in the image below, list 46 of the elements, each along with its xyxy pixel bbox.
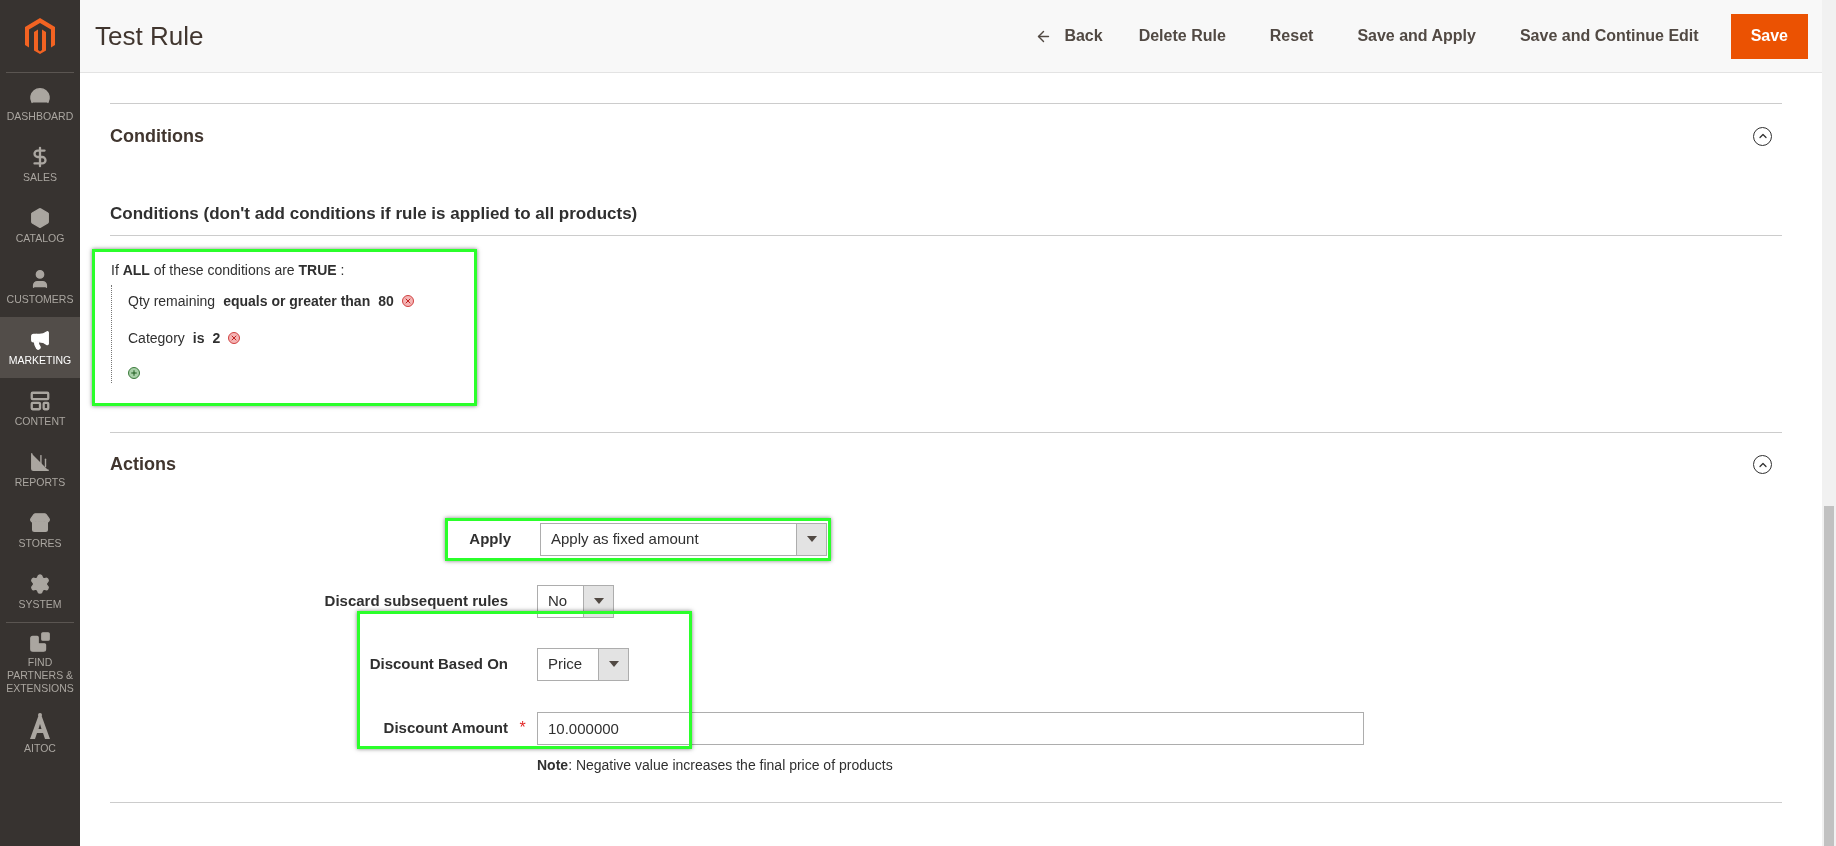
hexagon-logo-icon[interactable]: [25, 18, 55, 54]
blocks-icon: [29, 631, 51, 653]
condition-intro: If ALL of these conditions are TRUE :: [111, 260, 346, 280]
section-title: Actions: [110, 453, 176, 476]
condition-value[interactable]: 2: [212, 327, 221, 349]
sidebar-item[interactable]: SALES: [0, 134, 80, 195]
sidebar-item[interactable]: CUSTOMERS: [0, 256, 80, 317]
add-condition-icon[interactable]: [128, 366, 140, 379]
input-field[interactable]: 10.000000: [537, 711, 1364, 745]
field-label: Discount Amount: [382, 717, 508, 738]
field-label: Discard subsequent rules: [323, 590, 508, 611]
page-title: Test Rule: [95, 19, 205, 53]
field-note: Note: Negative value increases the final price of products: [537, 755, 894, 775]
remove-icon[interactable]: [401, 295, 414, 307]
action-button[interactable]: Delete Rule: [1116, 13, 1248, 59]
condition-attribute[interactable]: Qty remaining: [128, 290, 216, 312]
select-field[interactable]: No: [537, 584, 615, 618]
sidebar-item[interactable]: CATALOG: [0, 195, 80, 256]
sidebar-item[interactable]: AITOC: [0, 703, 80, 764]
select-field[interactable]: Apply as fixed amount: [540, 522, 827, 556]
field-label: Discount Based On: [368, 653, 508, 674]
field-label: Apply: [468, 528, 511, 549]
action-button[interactable]: Save and Apply: [1335, 13, 1498, 59]
sidebar-item[interactable]: SYSTEM: [0, 561, 80, 622]
sidebar-item[interactable]: STORES: [0, 500, 80, 561]
sidebar-item[interactable]: MARKETING: [0, 317, 80, 378]
condition-value[interactable]: 80: [378, 290, 394, 312]
select-field[interactable]: Price: [537, 647, 630, 681]
sidebar-item[interactable]: REPORTS: [0, 439, 80, 500]
condition-operator[interactable]: equals or greater than: [223, 290, 371, 312]
required-asterisk: *: [519, 718, 526, 738]
remove-icon[interactable]: [228, 332, 241, 344]
megaphone-icon: [29, 328, 51, 351]
letter-a-logo-icon: [30, 712, 50, 739]
action-button[interactable]: Reset: [1247, 13, 1336, 59]
fieldset-legend: Conditions (don't add conditions if rule is applied to all products): [110, 201, 1782, 227]
sidebar-item[interactable]: FIND PARTNERS & EXTENSIONS: [0, 623, 80, 703]
sidebar-item[interactable]: DASHBOARD: [0, 73, 80, 134]
sidebar-item[interactable]: CONTENT: [0, 378, 80, 439]
action-button[interactable]: Save and Continue Edit: [1497, 13, 1721, 59]
condition-operator[interactable]: is: [192, 327, 205, 349]
section-title: Conditions: [110, 124, 204, 148]
condition-attribute[interactable]: Category: [128, 327, 185, 349]
layout-icon: [29, 389, 51, 412]
back-button[interactable]: Back: [1021, 14, 1117, 58]
save-button[interactable]: Save: [1730, 13, 1808, 59]
